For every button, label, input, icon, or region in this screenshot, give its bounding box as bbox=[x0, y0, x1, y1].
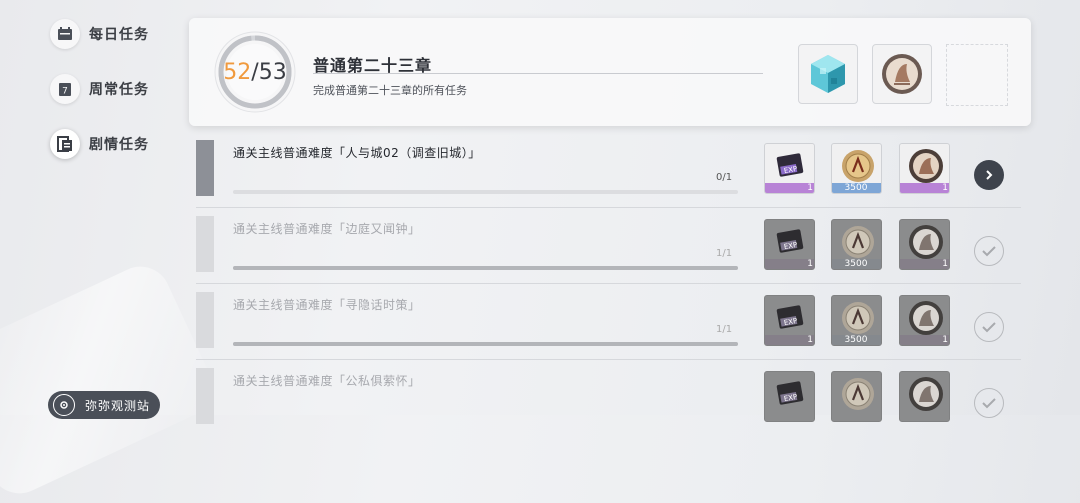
character-token-icon bbox=[908, 377, 943, 411]
character-token-icon bbox=[908, 301, 943, 335]
character-token-icon bbox=[908, 149, 943, 183]
calendar-icon bbox=[50, 19, 80, 49]
exp-card-icon: EXP bbox=[776, 153, 803, 177]
checkmark-icon bbox=[982, 398, 996, 409]
observatory-label: 弥弥观测站 bbox=[85, 398, 151, 413]
completed-check bbox=[974, 312, 1004, 342]
task-name: 通关主线普通难度「人与城02（调查旧城）」 bbox=[233, 146, 481, 160]
task-progress-fill bbox=[233, 342, 738, 346]
chapter-progress: 52/53 bbox=[213, 30, 297, 114]
reward-token[interactable] bbox=[899, 371, 950, 422]
task-name: 通关主线普通难度「寻隐话时策」 bbox=[233, 298, 421, 312]
task-progress-count: 1/1 bbox=[716, 248, 733, 259]
task-tag bbox=[196, 292, 214, 348]
week-calendar-icon: 7 bbox=[50, 74, 80, 104]
divider bbox=[196, 207, 1021, 208]
coin-icon bbox=[841, 378, 874, 410]
divider bbox=[196, 359, 1021, 360]
sidebar: 每日任务 7 周常任务 剧情任务 弥弥观测站 bbox=[0, 0, 180, 419]
reward-coin[interactable]: 3500 bbox=[831, 295, 882, 346]
reward-exp-card[interactable]: EXP 1 bbox=[764, 295, 815, 346]
progress-current: 52 bbox=[223, 59, 252, 85]
task-progress-bar bbox=[233, 190, 738, 194]
reward-qty: 1 bbox=[765, 183, 814, 193]
character-token-icon bbox=[908, 225, 943, 259]
task-row: 通关主线普通难度「边庭又闻钟」 1/1 EXP 1 3500 1 bbox=[196, 212, 1021, 286]
task-progress-fill bbox=[233, 266, 738, 270]
task-name: 通关主线普通难度「边庭又闻钟」 bbox=[233, 222, 421, 236]
task-tag bbox=[196, 216, 214, 272]
task-row: 通关主线普通难度「人与城02（调查旧城）」 0/1 EXP 1 3500 1 bbox=[196, 136, 1021, 210]
exp-card-icon: EXP bbox=[776, 305, 803, 329]
checkmark-icon bbox=[982, 322, 996, 333]
progress-total: /53 bbox=[251, 59, 287, 85]
sidebar-item-label: 周常任务 bbox=[89, 82, 149, 98]
chapter-description: 完成普通第二十三章的所有任务 bbox=[313, 84, 467, 97]
divider bbox=[313, 73, 763, 74]
reward-qty: 3500 bbox=[832, 259, 881, 269]
reward-exp-card[interactable]: EXP 1 bbox=[764, 219, 815, 270]
task-progress-bar bbox=[233, 266, 738, 270]
reward-exp-card[interactable]: EXP bbox=[764, 371, 815, 422]
reward-token[interactable]: 1 bbox=[899, 295, 950, 346]
coin-icon bbox=[841, 150, 874, 182]
task-tag bbox=[196, 368, 214, 424]
exp-card-icon: EXP bbox=[776, 381, 803, 405]
completed-check bbox=[974, 236, 1004, 266]
chevron-right-icon bbox=[986, 170, 993, 180]
task-progress-bar bbox=[233, 342, 738, 346]
task-progress-count: 1/1 bbox=[716, 324, 733, 335]
reward-qty: 3500 bbox=[832, 183, 881, 193]
chapter-reward-crystal[interactable] bbox=[798, 44, 858, 104]
reward-qty: 1 bbox=[900, 183, 949, 193]
task-tag bbox=[196, 140, 214, 196]
reward-qty: 1 bbox=[900, 335, 949, 345]
chapter-reward-token[interactable] bbox=[872, 44, 932, 104]
compass-icon bbox=[53, 394, 75, 416]
sidebar-item-daily[interactable]: 每日任务 bbox=[50, 19, 149, 49]
task-row: 通关主线普通难度「寻隐话时策」 1/1 EXP 1 3500 1 bbox=[196, 288, 1021, 362]
go-button[interactable] bbox=[974, 160, 1004, 190]
completed-check bbox=[974, 388, 1004, 418]
reward-exp-card[interactable]: EXP 1 bbox=[764, 143, 815, 194]
reward-coin[interactable]: 3500 bbox=[831, 219, 882, 270]
task-progress-count: 0/1 bbox=[716, 172, 733, 183]
chapter-card: 52/53 普通第二十三章 完成普通第二十三章的所有任务 bbox=[189, 18, 1031, 126]
coin-icon bbox=[841, 302, 874, 334]
character-token-icon bbox=[882, 54, 922, 94]
reward-qty: 3500 bbox=[832, 335, 881, 345]
reward-qty: 1 bbox=[765, 335, 814, 345]
sidebar-item-label: 剧情任务 bbox=[89, 137, 149, 153]
story-book-icon bbox=[50, 129, 80, 159]
exp-card-icon: EXP bbox=[776, 229, 803, 253]
reward-coin[interactable] bbox=[831, 371, 882, 422]
reward-qty: 1 bbox=[900, 259, 949, 269]
svg-text:7: 7 bbox=[62, 87, 68, 97]
reward-qty: 1 bbox=[765, 259, 814, 269]
chapter-reward-empty-slot bbox=[946, 44, 1008, 106]
sidebar-item-label: 每日任务 bbox=[89, 27, 149, 43]
coin-icon bbox=[841, 226, 874, 258]
crystal-cube-icon bbox=[811, 55, 845, 93]
sidebar-item-weekly[interactable]: 7 周常任务 bbox=[50, 74, 149, 104]
task-name: 通关主线普通难度「公私俱萦怀」 bbox=[233, 374, 421, 388]
sidebar-item-story[interactable]: 剧情任务 bbox=[50, 129, 149, 159]
reward-token[interactable]: 1 bbox=[899, 219, 950, 270]
reward-token[interactable]: 1 bbox=[899, 143, 950, 194]
reward-coin[interactable]: 3500 bbox=[831, 143, 882, 194]
divider bbox=[196, 283, 1021, 284]
checkmark-icon bbox=[982, 246, 996, 257]
task-row: 通关主线普通难度「公私俱萦怀」 EXP bbox=[196, 364, 1021, 438]
